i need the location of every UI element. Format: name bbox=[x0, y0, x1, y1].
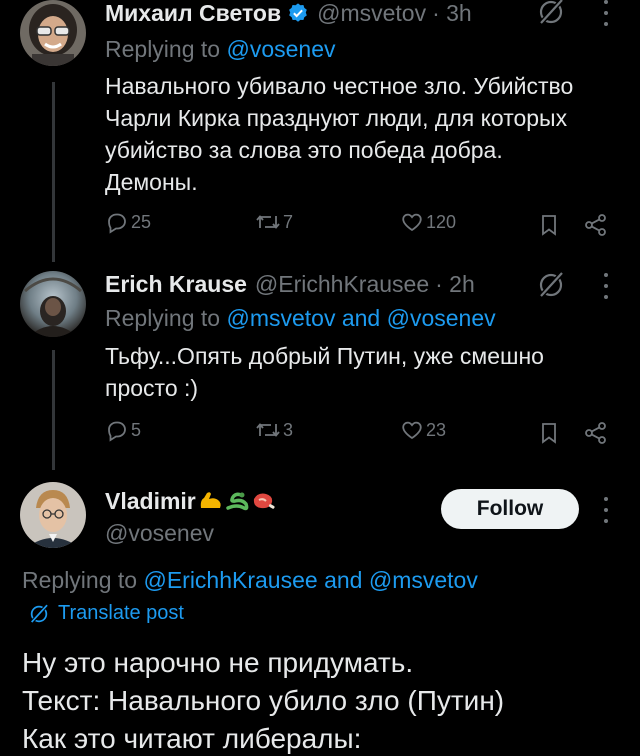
post-time[interactable]: · 3h bbox=[432, 0, 472, 27]
tweet-header: Erich Krause @ErichhKrausee · 2h bbox=[105, 271, 475, 297]
replying-label: Replying to bbox=[22, 567, 138, 593]
repost-button[interactable]: 3 bbox=[255, 418, 293, 442]
avatar[interactable] bbox=[20, 271, 86, 337]
grok-icon bbox=[30, 604, 48, 623]
tweet-text-line: Навального убивало честное зло. Убийство bbox=[105, 73, 574, 99]
verified-badge-icon bbox=[287, 2, 309, 24]
author-handle[interactable]: @ErichhKrausee bbox=[255, 271, 429, 298]
bookmark-icon[interactable] bbox=[538, 213, 560, 242]
author-name[interactable]: Erich Krause bbox=[105, 271, 247, 298]
snake-icon bbox=[224, 490, 250, 512]
tweet-text-line: убийство за слова это победа добра. bbox=[105, 137, 503, 163]
author-handle[interactable]: @vosenev bbox=[105, 520, 214, 547]
tweet-text: Тьфу...Опять добрый Путин, уже смешно пр… bbox=[105, 340, 544, 404]
more-options-icon[interactable] bbox=[603, 273, 609, 299]
tweet-text-line: просто :) bbox=[105, 375, 199, 401]
repost-icon bbox=[256, 423, 280, 437]
like-count: 23 bbox=[426, 419, 447, 440]
replying-to: Replying to @msvetov and @vosenev bbox=[105, 305, 496, 332]
more-options-icon[interactable] bbox=[603, 497, 609, 523]
avatar[interactable] bbox=[20, 0, 86, 66]
grok-icon[interactable] bbox=[536, 0, 566, 27]
translate-post-label: Translate post bbox=[58, 602, 184, 624]
post-text-line: Ну это нарочно не придумать. bbox=[22, 647, 414, 678]
repost-icon bbox=[256, 215, 280, 229]
like-button[interactable]: 120 bbox=[400, 210, 456, 234]
avatar[interactable] bbox=[20, 482, 86, 548]
tweet-header: Михаил Светов @msvetov · 3h bbox=[105, 0, 472, 26]
reply-icon bbox=[108, 213, 126, 234]
post-text-line: Как это читают либералы: bbox=[22, 723, 362, 754]
reply-button[interactable]: 5 bbox=[105, 418, 141, 442]
thread-line bbox=[52, 350, 55, 470]
replying-to: Replying to @ErichhKrausee and @msvetov bbox=[22, 567, 478, 594]
translate-post-link[interactable]: Translate post bbox=[28, 602, 184, 625]
follow-button[interactable]: Follow bbox=[441, 489, 579, 529]
author-name[interactable]: Михаил Светов bbox=[105, 0, 281, 27]
heart-icon bbox=[402, 421, 422, 440]
author-name[interactable]: Vladimir bbox=[105, 488, 196, 515]
reply-mention[interactable]: @msvetov bbox=[226, 305, 335, 331]
author-handle[interactable]: @msvetov bbox=[317, 0, 426, 27]
reply-count: 25 bbox=[131, 211, 152, 232]
tweet-text-line: Чарли Кирка празднуют люди, для которых bbox=[105, 105, 568, 131]
post-text-line: Текст: Навального убило зло (Путин) bbox=[22, 685, 505, 716]
repost-button[interactable]: 7 bbox=[255, 210, 293, 234]
repost-count: 7 bbox=[283, 211, 294, 232]
meat-icon bbox=[250, 490, 276, 512]
post-time[interactable]: · 2h bbox=[435, 271, 475, 298]
tweet-text-line: Демоны. bbox=[105, 169, 198, 195]
flexed-biceps-icon bbox=[198, 490, 224, 512]
reply-mention[interactable]: @msvetov bbox=[369, 567, 478, 593]
reply-count: 5 bbox=[131, 419, 142, 440]
tweet-text: Навального убивало честное зло. Убийство… bbox=[105, 70, 573, 198]
tweet-actions: 25 7 120 bbox=[105, 210, 610, 240]
tweet-text-line: Тьфу...Опять добрый Путин, уже смешно bbox=[105, 343, 544, 369]
heart-icon bbox=[402, 213, 422, 232]
replying-to: Replying to @vosenev bbox=[105, 36, 335, 63]
reply-icon bbox=[108, 421, 126, 442]
replying-and: and bbox=[341, 305, 381, 331]
replying-and: and bbox=[324, 567, 363, 593]
more-options-icon[interactable] bbox=[603, 0, 609, 26]
replying-label: Replying to bbox=[105, 36, 221, 62]
grok-icon[interactable] bbox=[536, 270, 566, 300]
share-icon[interactable] bbox=[583, 213, 609, 242]
replying-label: Replying to bbox=[105, 305, 221, 331]
like-count: 120 bbox=[426, 211, 457, 232]
tweet-header: Vladimir bbox=[105, 488, 276, 514]
bookmark-icon[interactable] bbox=[538, 421, 560, 450]
repost-count: 3 bbox=[283, 419, 294, 440]
post-text: Ну это нарочно не придумать. Текст: Нава… bbox=[22, 644, 504, 756]
like-button[interactable]: 23 bbox=[400, 418, 446, 442]
reply-mention[interactable]: @ErichhKrausee bbox=[143, 567, 317, 593]
reply-mention[interactable]: @vosenev bbox=[387, 305, 496, 331]
tweet-actions: 5 3 23 bbox=[105, 418, 610, 448]
reply-mention[interactable]: @vosenev bbox=[226, 36, 335, 62]
thread-line bbox=[52, 82, 55, 262]
share-icon[interactable] bbox=[583, 421, 609, 450]
reply-button[interactable]: 25 bbox=[105, 210, 151, 234]
